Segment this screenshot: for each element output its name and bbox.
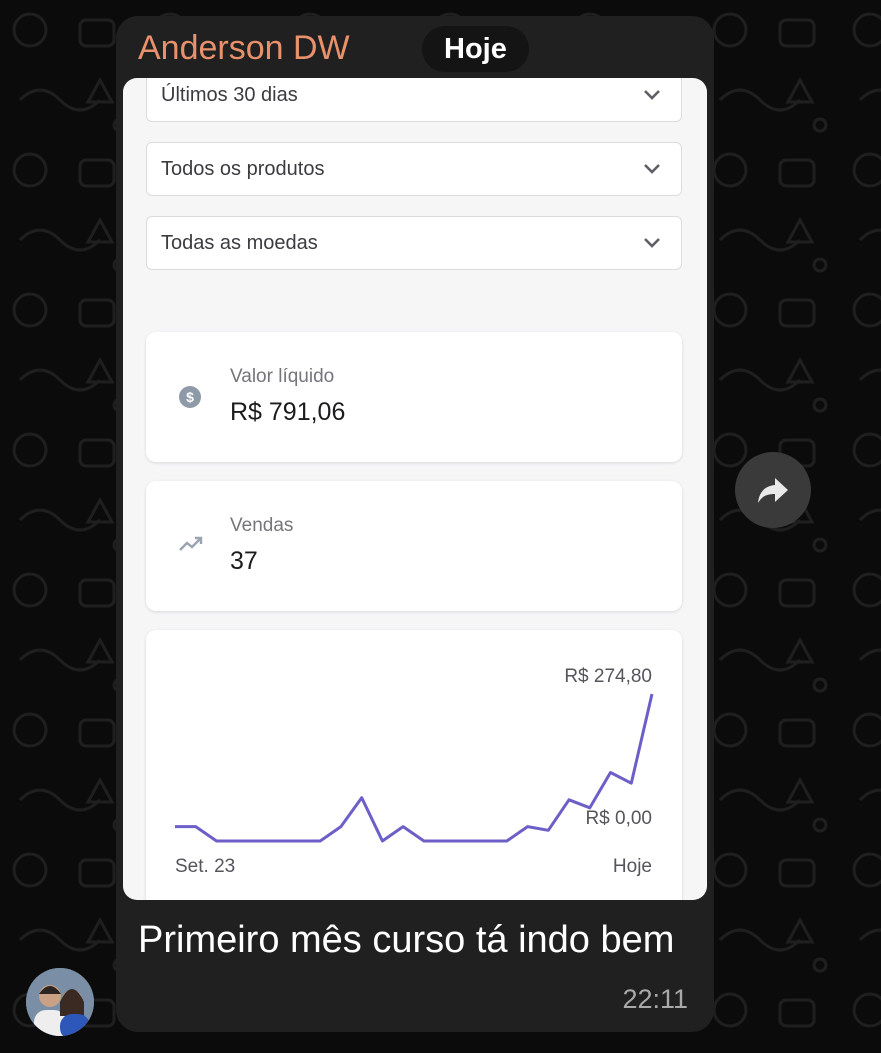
svg-text:$: $ [186, 389, 194, 405]
trending-up-icon [179, 536, 203, 551]
net-value-amount: R$ 791,06 [230, 398, 346, 426]
sales-label: Vendas [230, 515, 294, 536]
period-filter-select[interactable]: Últimos 30 dias [146, 78, 682, 122]
dollar-circle-icon: $ [179, 386, 201, 408]
forward-button[interactable] [735, 452, 811, 528]
avatar-photo [26, 968, 94, 1036]
period-filter-label: Últimos 30 dias [161, 84, 298, 106]
y-min-label: R$ 0,00 [585, 808, 652, 829]
message-time: 22:11 [622, 984, 688, 1014]
net-value-card: $ Valor líquido R$ 791,06 [146, 332, 682, 462]
sales-card: Vendas 37 [146, 481, 682, 611]
forward-arrow-icon [758, 478, 788, 503]
product-filter-label: Todos os produtos [161, 158, 325, 180]
currency-filter-select[interactable]: Todas as moedas [146, 216, 682, 270]
chevron-down-icon [644, 164, 660, 174]
x-end-label: Hoje [613, 856, 652, 877]
chevron-down-icon [644, 90, 660, 100]
y-max-label: R$ 274,80 [564, 666, 652, 687]
currency-filter-label: Todas as moedas [161, 232, 318, 254]
date-label: Hoje [422, 26, 529, 72]
product-filter-select[interactable]: Todos os produtos [146, 142, 682, 196]
chevron-down-icon [644, 238, 660, 248]
sender-name[interactable]: Anderson DW [138, 28, 350, 68]
sales-count: 37 [230, 547, 258, 575]
attached-screenshot[interactable]: Últimos 30 dias Todos os produtos Todas … [123, 78, 707, 900]
avatar[interactable] [26, 968, 94, 1036]
message-bubble[interactable]: Anderson DW Hoje Últimos 30 dias Todos o… [116, 16, 714, 1032]
revenue-chart-card: R$ 274,80 R$ 0,00 Set. 23 Hoje [146, 630, 682, 900]
message-text: Primeiro mês curso tá indo bem [138, 919, 675, 961]
x-start-label: Set. 23 [175, 856, 235, 877]
chart-series-line [175, 693, 654, 843]
revenue-line-chart: R$ 274,80 R$ 0,00 Set. 23 Hoje [175, 666, 654, 877]
net-value-label: Valor líquido [230, 366, 335, 387]
